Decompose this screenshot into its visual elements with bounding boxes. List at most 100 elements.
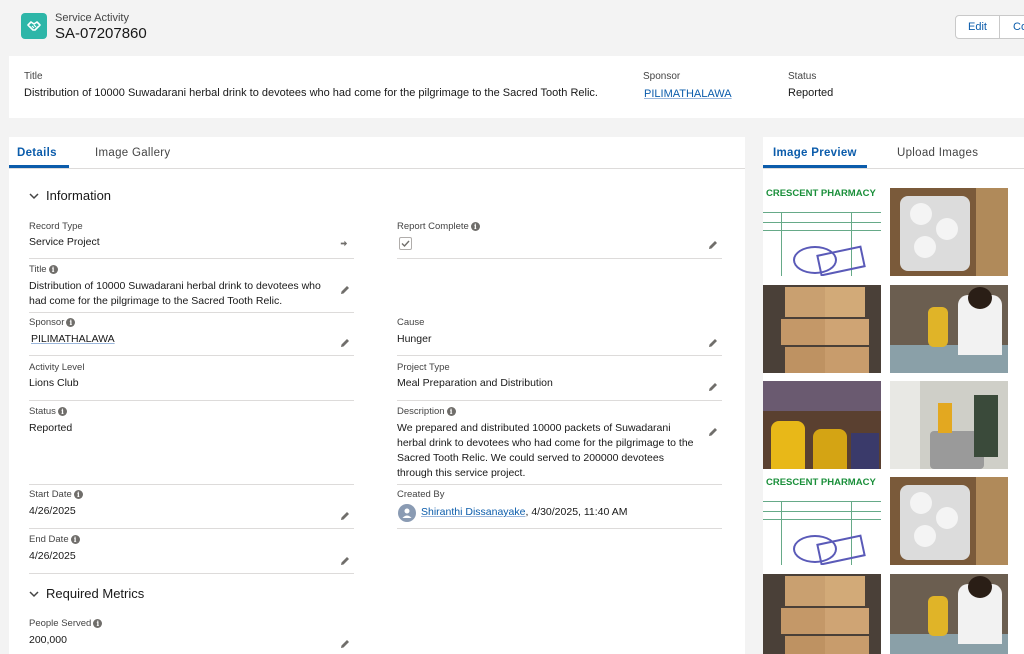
project-type-label: Project Type — [397, 362, 450, 373]
edit-pencil-icon[interactable] — [339, 337, 351, 349]
record-type-label-text: Record Type — [29, 221, 83, 232]
gallery-image-volunteers-kitchen[interactable] — [890, 381, 1008, 469]
field-divider — [29, 355, 354, 356]
gallery-image-plastic-cups[interactable] — [890, 477, 1008, 565]
info-icon[interactable]: i — [57, 407, 67, 416]
pharmacy-receipt-header: CRESCENT PHARMACY — [766, 477, 876, 488]
clone-button[interactable]: Co — [999, 15, 1024, 39]
activity-level-label-text: Activity Level — [29, 362, 85, 373]
people-served-label-text: People Served — [29, 618, 92, 629]
edit-pencil-icon[interactable] — [339, 555, 351, 567]
start-date-label: Start Date i — [29, 489, 83, 500]
gallery-image-volunteers-packing[interactable] — [890, 574, 1008, 654]
section-information[interactable]: Information — [29, 188, 111, 203]
chevron-down-icon — [29, 192, 39, 199]
edit-pencil-icon[interactable] — [707, 239, 719, 251]
cause-label: Cause — [397, 317, 424, 328]
change-record-type-icon[interactable] — [339, 239, 351, 251]
project-type-value: Meal Preparation and Distribution — [397, 377, 553, 389]
image-preview-card: Image Preview Upload Images CRESCENT PHA… — [763, 137, 1024, 654]
created-by-value: Shiranthi Dissanayake, 4/30/2025, 11:40 … — [421, 505, 627, 520]
tab-upload-images[interactable]: Upload Images — [897, 147, 978, 159]
details-card: Details Image Gallery Information Record… — [9, 137, 745, 654]
project-type-label-text: Project Type — [397, 362, 450, 373]
gallery-image-volunteers-yellow[interactable] — [763, 381, 881, 469]
created-by-label-text: Created By — [397, 489, 445, 500]
info-icon[interactable]: i — [66, 318, 76, 327]
title-field-label: Title i — [29, 264, 58, 275]
title-field-value: Distribution of 10000 Suwadarani herbal … — [29, 280, 321, 307]
gallery-image-stacked-boxes[interactable] — [763, 574, 881, 654]
info-icon[interactable]: i — [70, 535, 80, 544]
field-divider — [29, 484, 354, 485]
sponsor-label: Sponsor — [643, 71, 681, 82]
tabbar-divider — [9, 168, 745, 169]
info-icon[interactable]: i — [446, 407, 456, 416]
checkmark-icon — [401, 240, 410, 248]
field-divider — [397, 355, 722, 356]
end-date-label-text: End Date — [29, 534, 69, 545]
edit-pencil-icon[interactable] — [707, 381, 719, 393]
cause-label-text: Cause — [397, 317, 425, 328]
gallery-image-pharmacy-receipt[interactable]: CRESCENT PHARMACY — [763, 477, 881, 565]
description-label: Description i — [397, 406, 456, 417]
gallery-image-pharmacy-receipt[interactable]: CRESCENT PHARMACY — [763, 188, 881, 276]
edit-pencil-icon[interactable] — [339, 284, 351, 296]
gallery-image-volunteers-packing[interactable] — [890, 285, 1008, 373]
gallery-image-stacked-boxes[interactable] — [763, 285, 881, 373]
field-divider — [397, 484, 722, 485]
info-icon[interactable]: i — [93, 619, 103, 628]
activity-level-label: Activity Level — [29, 362, 84, 373]
field-divider — [397, 258, 722, 259]
tab-details[interactable]: Details — [17, 147, 57, 159]
sponsor-field-label-text: Sponsor — [29, 317, 65, 328]
end-date-label: End Date i — [29, 534, 80, 545]
description-value: We prepared and distributed 10000 packet… — [397, 422, 694, 479]
status-field-label-text: Status — [29, 406, 56, 417]
status-field-label: Status i — [29, 406, 67, 417]
activity-level-value: Lions Club — [29, 377, 79, 389]
edit-pencil-icon[interactable] — [707, 426, 719, 438]
report-complete-label: Report Complete i — [397, 221, 480, 232]
created-by-user-link[interactable]: Shiranthi Dissanayake — [421, 506, 525, 518]
sponsor-field-label: Sponsor i — [29, 317, 76, 328]
sponsor-link[interactable]: PILIMATHALAWA — [644, 88, 732, 100]
record-name: SA-07207860 — [55, 25, 147, 42]
title-value: Distribution of 10000 Suwadarani herbal … — [24, 87, 598, 99]
title-field-label-text: Title — [29, 264, 47, 275]
record-type-value: Service Project — [29, 236, 100, 248]
info-icon[interactable]: i — [470, 222, 480, 231]
created-by-label: Created By — [397, 489, 445, 500]
highlights-panel: Title Distribution of 10000 Suwadarani h… — [9, 56, 1024, 118]
chevron-down-icon — [29, 590, 39, 597]
edit-pencil-icon[interactable] — [707, 337, 719, 349]
created-by-date: , 4/30/2025, 11:40 AM — [525, 506, 628, 518]
tab-image-preview[interactable]: Image Preview — [773, 147, 857, 159]
cause-value: Hunger — [397, 333, 432, 345]
description-label-text: Description — [397, 406, 445, 417]
report-complete-checkbox — [399, 237, 412, 250]
edit-pencil-icon[interactable] — [339, 510, 351, 522]
gallery-image-plastic-cups[interactable] — [890, 188, 1008, 276]
field-divider — [397, 528, 722, 529]
field-divider — [29, 258, 354, 259]
field-divider — [29, 528, 354, 529]
field-divider — [29, 312, 354, 313]
people-served-label: People Served i — [29, 618, 103, 629]
edit-button[interactable]: Edit — [955, 15, 1000, 39]
sponsor-field-link[interactable]: PILIMATHALAWA — [31, 332, 115, 347]
start-date-label-text: Start Date — [29, 489, 72, 500]
report-complete-label-text: Report Complete — [397, 221, 469, 232]
service-activity-icon — [21, 13, 47, 39]
status-value: Reported — [788, 87, 834, 99]
section-required-metrics[interactable]: Required Metrics — [29, 586, 144, 601]
info-icon[interactable]: i — [73, 490, 83, 499]
pharmacy-receipt-header: CRESCENT PHARMACY — [766, 188, 876, 199]
info-icon[interactable]: i — [48, 265, 58, 274]
title-label: Title — [24, 71, 43, 82]
user-icon — [402, 508, 412, 518]
tab-image-gallery[interactable]: Image Gallery — [95, 147, 170, 159]
edit-pencil-icon[interactable] — [339, 638, 351, 650]
record-type-label: Record Type — [29, 221, 83, 232]
field-divider — [29, 573, 354, 574]
